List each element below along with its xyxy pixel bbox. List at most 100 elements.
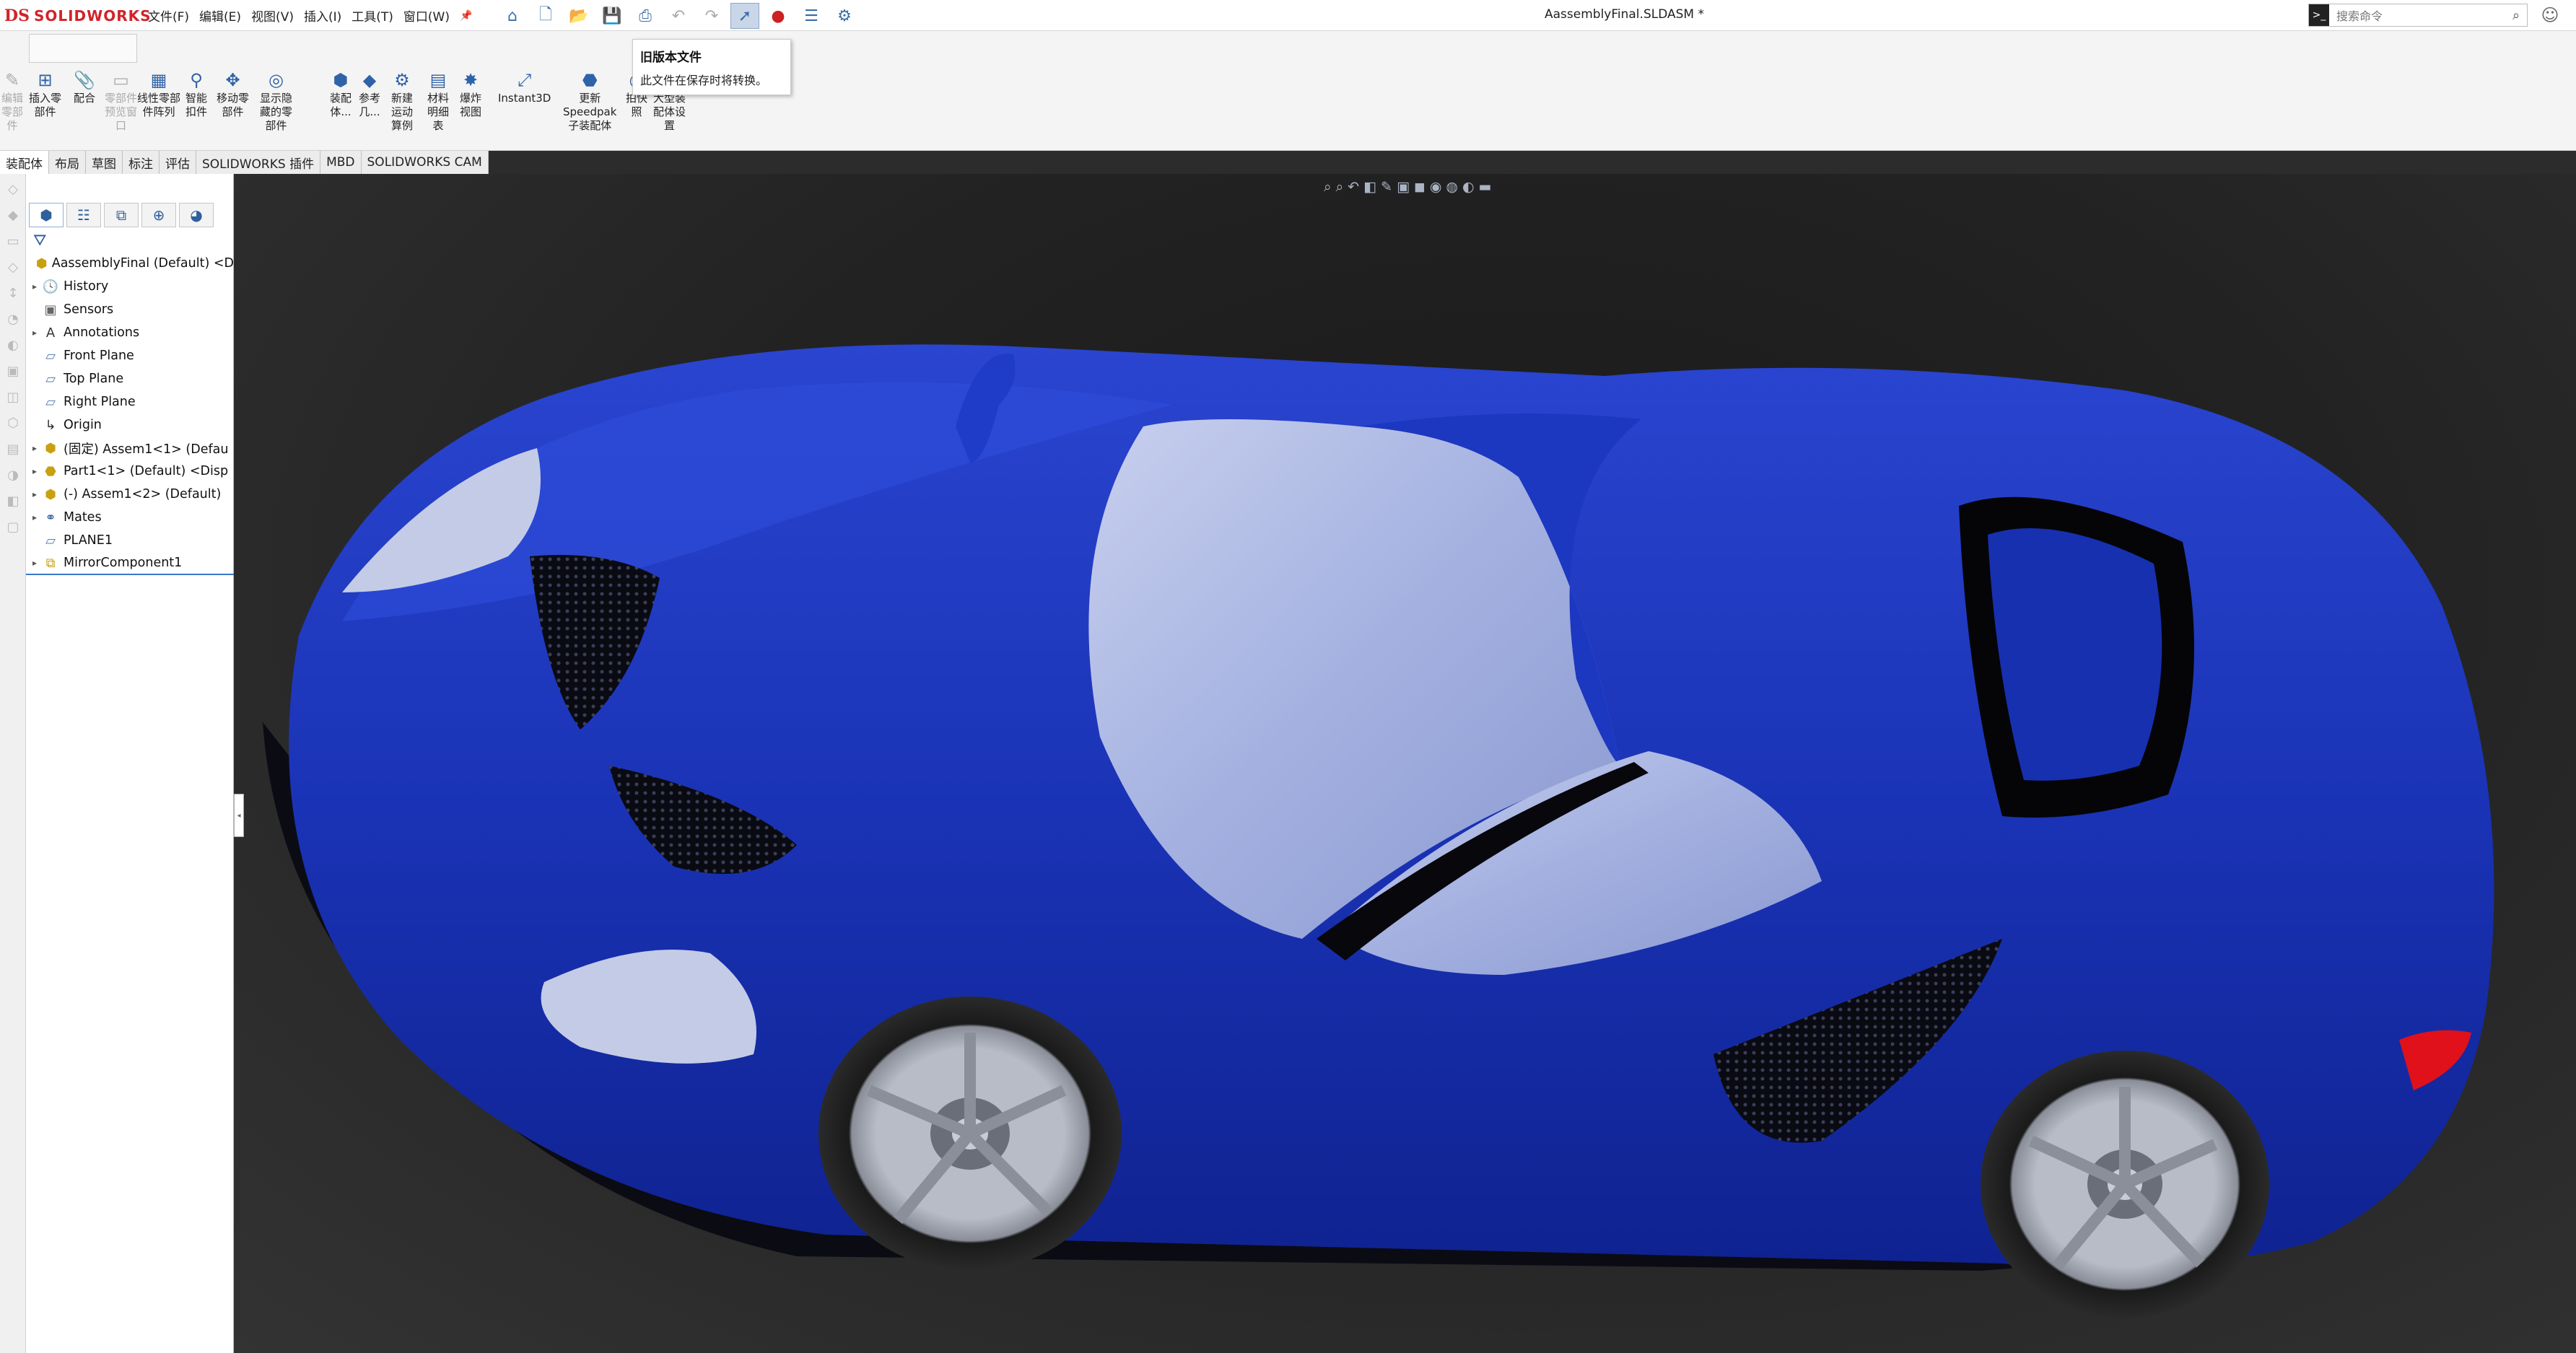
menu-item[interactable]: 编辑(E) <box>199 6 241 25</box>
strip-tool-icon[interactable]: ▣ <box>1 360 25 382</box>
old-version-tooltip: 旧版本文件 此文件在保存时将转换。 <box>632 39 791 95</box>
tree-item[interactable]: ▱ PLANE1 <box>26 529 234 552</box>
display-manager-tab-icon[interactable]: ◕ <box>179 203 214 227</box>
tree-item[interactable]: ▸ 🕓 History <box>26 275 234 298</box>
ribbon-button[interactable]: ⤢ Instant3D <box>498 69 551 105</box>
expand-chevron-icon[interactable]: ▸ <box>29 512 40 522</box>
ribbon-button[interactable]: ▭ 零部件 预览窗 口 <box>105 69 137 133</box>
solidworks-logo[interactable]: DS SOLIDWORKS <box>0 3 152 29</box>
tab-1[interactable]: 布局 <box>49 151 86 174</box>
expand-chevron-icon[interactable]: ▸ <box>29 466 40 476</box>
expand-chevron-icon[interactable]: ▸ <box>29 443 40 453</box>
strip-tool-icon[interactable]: ◐ <box>1 334 25 356</box>
ribbon-button[interactable]: ▦ 线性零部 件阵列 <box>137 69 180 119</box>
ribbon-button[interactable]: ◎ 显示隐 藏的零 部件 <box>260 69 292 133</box>
strip-tool-icon[interactable]: ◇ <box>1 178 25 200</box>
tree-item[interactable]: ▱ Front Plane <box>26 344 234 367</box>
tree-item[interactable]: ▸ ⬢ (-) Assem1<2> (Default) <box>26 483 234 506</box>
graphics-viewport[interactable]: ⌕ ⌕ ↶ ◧ ✎ ▣ ◼ ◉ ◍ ◐ ▬ <box>234 174 2576 1353</box>
expand-chevron-icon[interactable]: ▸ <box>29 281 40 292</box>
tab-3[interactable]: 标注 <box>123 151 160 174</box>
ribbon-button[interactable]: ⬢ 装配 体... <box>328 69 353 119</box>
strip-tool-icon[interactable]: ▭ <box>1 230 25 252</box>
panel-collapse-handle[interactable]: ◂ <box>234 794 244 837</box>
ribbon-button[interactable]: ▤ 材料 明细 表 <box>426 69 450 133</box>
strip-tool-icon[interactable]: ▤ <box>1 438 25 460</box>
ribbon-button[interactable]: ⬣ 更新 Speedpak 子装配体 <box>563 69 616 133</box>
ribbon-button[interactable]: ✸ 爆炸 视图 <box>458 69 483 119</box>
account-icon[interactable]: ☺ <box>2537 4 2563 27</box>
tree-item-label: Annotations <box>64 325 140 340</box>
configuration-manager-tab-icon[interactable]: ⧉ <box>104 203 139 227</box>
print-icon[interactable]: ⎙ <box>631 3 660 29</box>
ribbon-button[interactable]: ⚙ 新建 运动 算例 <box>390 69 414 133</box>
tree-item[interactable]: ↳ Origin <box>26 413 234 437</box>
strip-tool-icon[interactable]: ◧ <box>1 490 25 512</box>
strip-tool-icon[interactable]: ◫ <box>1 386 25 408</box>
menu-item[interactable]: 文件(F) <box>148 6 189 25</box>
tree-item[interactable]: ▣ Sensors <box>26 298 234 321</box>
tree-item[interactable]: ▱ Right Plane <box>26 390 234 413</box>
ribbon-button[interactable]: ◆ 参考 几... <box>357 69 382 119</box>
sketch-toolbar-strip[interactable] <box>29 34 137 63</box>
file-properties-icon[interactable]: ☰ <box>797 3 826 29</box>
feature-tree-tab-icon[interactable]: ⬢ <box>29 203 64 227</box>
strip-tool-icon[interactable]: ↕ <box>1 282 25 304</box>
strip-tool-icon[interactable]: ⬡ <box>1 412 25 434</box>
home-icon[interactable]: ⌂ <box>498 3 527 29</box>
search-icon[interactable]: ⌕ <box>2505 8 2527 23</box>
pin-menu-icon[interactable]: 📌 <box>460 10 472 22</box>
redo-icon[interactable]: ↷ <box>697 3 726 29</box>
search-box[interactable]: >_ 搜索命令 ⌕ <box>2308 4 2528 27</box>
new-motion-study-icon: ⚙ <box>394 70 410 90</box>
menu-item[interactable]: 视图(V) <box>251 6 294 25</box>
ribbon-button[interactable]: 📎 配合 <box>72 69 97 105</box>
expand-chevron-icon[interactable]: ▸ <box>29 328 40 338</box>
property-manager-tab-icon[interactable]: ☷ <box>66 203 101 227</box>
tree-item[interactable]: ▸ ⧉ MirrorComponent1 <box>26 552 234 575</box>
ribbon-button[interactable]: ⚲ 智能 扣件 <box>184 69 209 119</box>
strip-tool-icon[interactable]: ◔ <box>1 308 25 330</box>
tree-item[interactable]: ▸ ⬣ Part1<1> (Default) <Disp <box>26 460 234 483</box>
ribbon-button[interactable]: ⊞ 插入零 部件 <box>29 69 61 119</box>
expand-chevron-icon[interactable]: ▸ <box>29 489 40 499</box>
undo-icon[interactable]: ↶ <box>664 3 693 29</box>
strip-tool-icon[interactable]: ◆ <box>1 204 25 226</box>
feature-manager-panel: ⬢ ☷ ⧉ ⊕ ◕ ⛛ ⬢ AassemblyFinal (Default) <D… <box>26 174 234 1353</box>
car-3d-model[interactable] <box>234 174 2576 1353</box>
tree-item[interactable]: ⬢ AassemblyFinal (Default) <D <box>26 252 234 275</box>
tab-2[interactable]: 草图 <box>86 151 123 174</box>
expand-chevron-icon[interactable]: ▸ <box>29 558 40 568</box>
tree-item[interactable]: ▸ A Annotations <box>26 321 234 344</box>
select-arrow-icon[interactable]: ➚ <box>730 3 759 29</box>
tab-0[interactable]: 装配体 <box>0 151 49 174</box>
rebuild-traffic-light-icon[interactable]: ● <box>764 3 793 29</box>
strip-tool-icon[interactable]: ▢ <box>1 516 25 538</box>
tab-4[interactable]: 评估 <box>160 151 196 174</box>
ribbon-button[interactable]: ✥ 移动零 部件 <box>217 69 249 119</box>
title-bar: DS SOLIDWORKS 文件(F) 编辑(E) 视图(V) 插入(I) 工具(T) 窗… <box>0 0 2576 31</box>
dimxpert-tab-icon[interactable]: ⊕ <box>141 203 176 227</box>
tab-7[interactable]: SOLIDWORKS CAM <box>361 151 489 174</box>
component-preview-icon: ▭ <box>113 70 129 90</box>
show-hidden-icon: ◎ <box>268 70 284 90</box>
tree-item[interactable]: ▸ ⬢ (固定) Assem1<1> (Defau <box>26 437 234 460</box>
strip-tool-icon[interactable]: ◇ <box>1 256 25 278</box>
menu-item[interactable]: 窗口(W) <box>403 6 450 25</box>
options-gear-icon[interactable]: ⚙ <box>830 3 859 29</box>
tab-5[interactable]: SOLIDWORKS 插件 <box>196 151 321 174</box>
search-input[interactable]: 搜索命令 <box>2329 6 2505 24</box>
menu-item[interactable]: 工具(T) <box>352 6 393 25</box>
menu-item[interactable]: 插入(I) <box>304 6 341 25</box>
save-icon[interactable]: 💾 <box>598 3 626 29</box>
ribbon-button[interactable]: ✎ 编辑 零部 件 <box>0 69 25 133</box>
tab-6[interactable]: MBD <box>320 151 362 174</box>
ribbon-button-label: 配合 <box>73 92 95 105</box>
new-document-icon[interactable]: 🗋 <box>531 3 560 29</box>
mirror-component-icon: ⧉ <box>45 555 56 571</box>
tree-item[interactable]: ▸ ⚭ Mates <box>26 506 234 529</box>
strip-tool-icon[interactable]: ◑ <box>1 464 25 486</box>
open-folder-icon[interactable]: 📂 <box>564 3 593 29</box>
tree-item[interactable]: ▱ Top Plane <box>26 367 234 390</box>
filter-icon[interactable]: ⛛ <box>33 232 46 250</box>
